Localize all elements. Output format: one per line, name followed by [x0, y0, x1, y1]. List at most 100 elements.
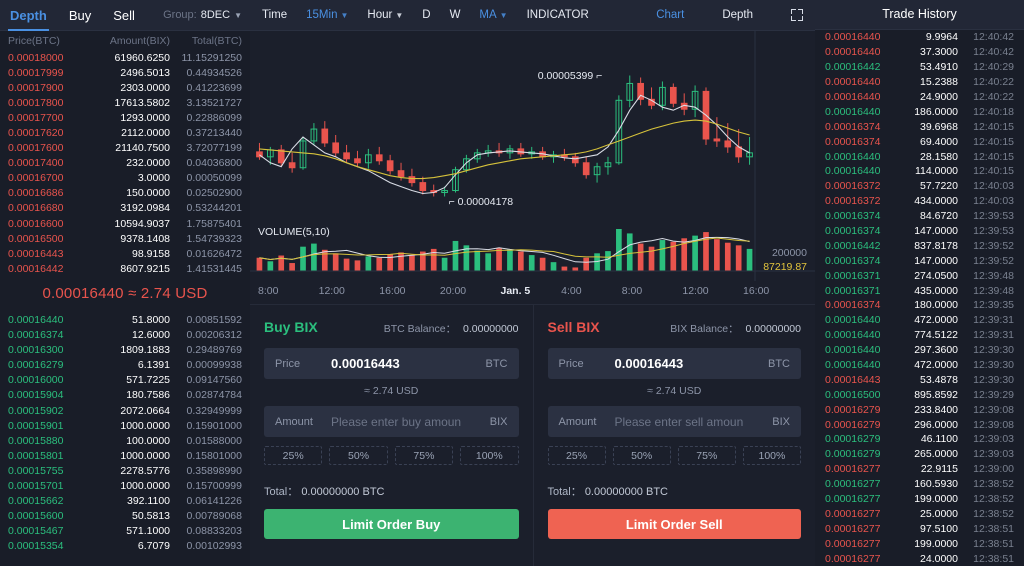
trade-price: 0.00016440	[825, 150, 881, 163]
sell-amount-field[interactable]: Amount Please enter sell amoun BIX	[547, 406, 801, 437]
tab-sell[interactable]: Sell	[113, 0, 135, 31]
ask-row[interactable]: 0.00017400 232.0000 0.04036800	[0, 156, 250, 171]
bix-balance: BIX Balance： 0.00000000	[670, 321, 801, 336]
trade-price: 0.00016443	[825, 373, 881, 386]
ask-row[interactable]: 0.00016700 3.0000 0.00050099	[0, 171, 250, 186]
bix-balance-label: BIX Balance：	[670, 323, 739, 335]
order-total: 0.02502900	[186, 187, 242, 200]
ask-row[interactable]: 0.00016680 3192.0984 0.53244201	[0, 201, 250, 216]
limit-order-buy-button[interactable]: Limit Order Buy	[264, 509, 519, 539]
bid-row[interactable]: 0.00016440 51.8000 0.00851592	[0, 312, 250, 327]
buy-percent-25[interactable]: 25%	[264, 446, 323, 465]
ask-row[interactable]: 0.00017900 2303.0000 0.41223699	[0, 80, 250, 95]
order-price: 0.00016443	[8, 247, 64, 260]
trade-price: 0.00016277	[825, 478, 881, 491]
limit-order-sell-button[interactable]: Limit Order Sell	[547, 509, 801, 539]
trade-price: 0.00016440	[825, 344, 881, 357]
bid-row[interactable]: 0.00015662 392.1100 0.06141226	[0, 494, 250, 509]
ask-row[interactable]: 0.00017620 2112.0000 0.37213440	[0, 125, 250, 140]
trade-price: 0.00016374	[825, 135, 881, 148]
bid-row[interactable]: 0.00015467 571.1000 0.08833203	[0, 524, 250, 539]
order-amount: 50.5813	[132, 510, 170, 523]
bid-row[interactable]: 0.00015755 2278.5776 0.35898990	[0, 463, 250, 478]
bid-row[interactable]: 0.00015902 2072.0664 0.32949999	[0, 403, 250, 418]
ask-row[interactable]: 0.00017600 21140.7500 3.72077199	[0, 141, 250, 156]
toolbar-depth[interactable]: Depth	[722, 9, 753, 21]
toolbar-label: INDICATOR	[526, 9, 589, 21]
toolbar-indicator[interactable]: INDICATOR	[527, 9, 589, 21]
bid-row[interactable]: 0.00015901 1000.0000 0.15901000	[0, 418, 250, 433]
bid-row[interactable]: 0.00015354 6.7079 0.00102993	[0, 539, 250, 554]
order-price: 0.00016000	[8, 374, 64, 387]
toolbar-w[interactable]: W	[450, 9, 461, 21]
buy-percent-50[interactable]: 50%	[329, 446, 388, 465]
ask-row[interactable]: 0.00016686 150.0000 0.02502900	[0, 186, 250, 201]
sell-percent-50[interactable]: 50%	[612, 446, 671, 465]
trade-amount: 9.9964	[925, 31, 958, 44]
tab-buy[interactable]: Buy	[69, 0, 91, 31]
order-amount: 1000.0000	[120, 479, 170, 492]
trade-amount: 435.0000	[914, 284, 958, 297]
bid-row[interactable]: 0.00015600 50.5813 0.00789068	[0, 509, 250, 524]
bid-row[interactable]: 0.00015880 100.0000 0.01588000	[0, 433, 250, 448]
bid-row[interactable]: 0.00016300 1809.1883 0.29489769	[0, 343, 250, 358]
order-amount: 98.9158	[132, 247, 170, 260]
ask-row[interactable]: 0.00017700 1293.0000 0.22886099	[0, 110, 250, 125]
column-price: Price(BTC)	[8, 35, 60, 47]
order-total: 0.02874784	[186, 389, 242, 402]
bid-row[interactable]: 0.00015701 1000.0000 0.15700999	[0, 478, 250, 493]
order-amount: 2496.5013	[120, 66, 170, 79]
buy-amount-input[interactable]: Please enter buy amoun	[331, 415, 490, 429]
sell-price-field[interactable]: Price 0.00016443 BTC	[547, 348, 801, 379]
trade-amount: 37.3000	[920, 46, 958, 59]
bid-row[interactable]: 0.00016374 12.6000 0.00206312	[0, 328, 250, 343]
group-selector[interactable]: Group: 8DEC ▼	[163, 9, 242, 21]
ask-row[interactable]: 0.00016600 10594.9037 1.75875401	[0, 216, 250, 231]
bid-row[interactable]: 0.00016279 6.1391 0.00099938	[0, 358, 250, 373]
ask-row[interactable]: 0.00017999 2496.5013 0.44934526	[0, 65, 250, 80]
sell-percent-25[interactable]: 25%	[547, 446, 606, 465]
ask-row[interactable]: 0.00016442 8607.9215 1.41531445	[0, 261, 250, 276]
order-price: 0.00016279	[8, 359, 64, 372]
chevron-down-icon: ▼	[340, 10, 349, 20]
trade-price: 0.00016372	[825, 180, 881, 193]
trade-row: 0.00016440 28.1580 12:40:15	[815, 149, 1024, 164]
ask-row[interactable]: 0.00017800 17613.5802 3.13521727	[0, 95, 250, 110]
bid-row[interactable]: 0.00015801 1000.0000 0.15801000	[0, 448, 250, 463]
sell-percent-100[interactable]: 100%	[742, 446, 801, 465]
trade-time: 12:39:48	[973, 284, 1014, 297]
toolbar-time[interactable]: Time	[262, 9, 287, 21]
order-total: 0.35898990	[186, 464, 242, 477]
ask-row[interactable]: 0.00016443 98.9158 0.01626472	[0, 246, 250, 261]
bid-row[interactable]: 0.00015904 180.7586 0.02874784	[0, 388, 250, 403]
trade-amount: 233.8400	[914, 403, 958, 416]
buy-price-field[interactable]: Price 0.00016443 BTC	[264, 348, 519, 379]
trade-time: 12:40:15	[973, 165, 1014, 178]
bix-balance-value: 0.00000000	[745, 323, 801, 335]
order-price: 0.00016440	[8, 313, 64, 326]
tab-depth[interactable]: Depth	[8, 0, 49, 31]
sell-percent-75[interactable]: 75%	[677, 446, 736, 465]
order-amount: 9378.1408	[120, 232, 170, 245]
buy-amount-field[interactable]: Amount Please enter buy amoun BIX	[264, 406, 519, 437]
toolbar-d[interactable]: D	[422, 9, 430, 21]
trade-price: 0.00016277	[825, 522, 881, 535]
ask-row[interactable]: 0.00018000 61960.6250 11.15291250	[0, 50, 250, 65]
buy-percent-75[interactable]: 75%	[394, 446, 454, 465]
toolbar-chart[interactable]: Chart	[656, 9, 684, 21]
toolbar-15min[interactable]: 15Min ▼	[306, 9, 348, 21]
toolbar-hour[interactable]: Hour ▼	[367, 9, 403, 21]
ask-row[interactable]: 0.00016500 9378.1408 1.54739323	[0, 231, 250, 246]
bid-row[interactable]: 0.00016000 571.7225 0.09147560	[0, 373, 250, 388]
buy-percent-100[interactable]: 100%	[460, 446, 519, 465]
order-total: 0.04036800	[186, 157, 242, 170]
toolbar-ma[interactable]: MA ▼	[479, 9, 507, 21]
trade-history-title: Trade History	[815, 0, 1024, 30]
order-amount: 2278.5776	[120, 464, 170, 477]
order-total: 0.00050099	[186, 172, 242, 185]
order-amount: 51.8000	[132, 313, 170, 326]
order-amount: 2112.0000	[121, 127, 170, 140]
trade-row: 0.00016440 24.9000 12:40:22	[815, 90, 1024, 105]
fullscreen-icon[interactable]	[791, 9, 803, 21]
sell-amount-input[interactable]: Please enter sell amoun	[615, 415, 773, 429]
